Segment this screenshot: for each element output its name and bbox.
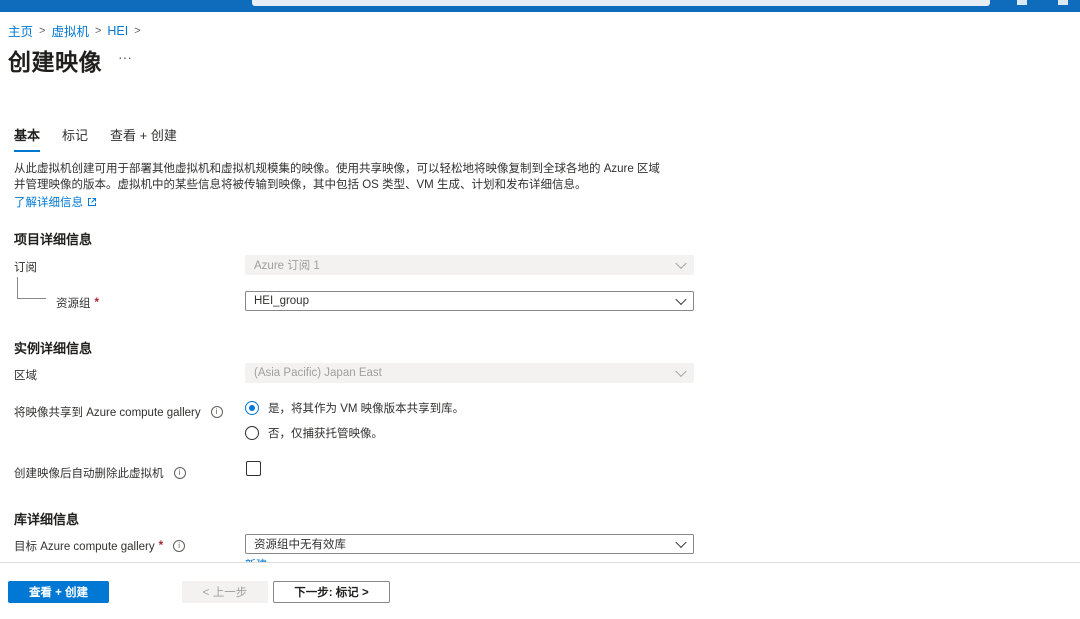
description: 从此虚拟机创建可用于部署其他虚拟机和虚拟机规模集的映像。使用共享映像，可以轻松地… [14, 162, 704, 193]
previous-button[interactable]: < 上一步 [182, 581, 268, 603]
radio-button[interactable] [245, 426, 259, 440]
breadcrumb-virtual-machines[interactable]: 虚拟机 [51, 21, 89, 40]
global-search-input[interactable] [252, 0, 990, 6]
region-label-text: 区域 [14, 370, 37, 382]
notifications-icon[interactable] [1017, 0, 1027, 5]
tab-bar: 基本 标记 查看 + 创建 [14, 125, 177, 152]
region-label: 区域 [14, 367, 37, 383]
external-link-icon [88, 198, 96, 206]
target-gallery-value: 资源组中无有效库 [254, 539, 346, 551]
tree-connector [17, 277, 18, 298]
share-gallery-label-text: 将映像共享到 Azure compute gallery [14, 407, 201, 419]
required-asterisk: * [158, 540, 164, 552]
region-select[interactable]: (Asia Pacific) Japan East [245, 363, 694, 383]
page-title: 创建映像 [8, 49, 102, 75]
tab-basics[interactable]: 基本 [14, 125, 41, 152]
learn-more-link[interactable]: 了解详细信息 [14, 194, 97, 210]
description-line: 并管理映像的版本。虚拟机中的某些信息将被传输到映像，其中包括 OS 类型、VM … [14, 178, 587, 191]
tab-tags[interactable]: 标记 [62, 125, 88, 152]
next-tags-button[interactable]: 下一步: 标记 > [273, 581, 390, 603]
target-gallery-select[interactable]: 资源组中无有效库 [245, 534, 694, 554]
share-option-no[interactable]: 否，仅捕获托管映像。 [245, 425, 383, 441]
breadcrumb-separator: > [134, 24, 141, 37]
breadcrumb: 主页 > 虚拟机 > HEI > [8, 21, 141, 40]
subscription-value: Azure 订阅 1 [254, 260, 320, 272]
info-icon[interactable]: i [173, 467, 186, 479]
subscription-label-text: 订阅 [14, 262, 37, 274]
instance-details-heading: 实例详细信息 [14, 341, 93, 356]
breadcrumb-separator: > [39, 24, 46, 37]
share-option-yes[interactable]: 是，将其作为 VM 映像版本共享到库。 [245, 400, 464, 416]
breadcrumb-vm-hei[interactable]: HEI [107, 24, 128, 38]
resource-group-value: HEI_group [254, 295, 309, 307]
tab-review-create[interactable]: 查看 + 创建 [110, 125, 177, 152]
subscription-label: 订阅 [14, 259, 37, 275]
auto-delete-label: 创建映像后自动删除此虚拟机 i [14, 465, 186, 481]
resource-group-label: 资源组 * [56, 295, 99, 311]
chevron-down-icon [675, 536, 687, 549]
description-line: 从此虚拟机创建可用于部署其他虚拟机和虚拟机规模集的映像。使用共享映像，可以轻松地… [14, 163, 660, 175]
auto-delete-checkbox[interactable] [246, 461, 261, 476]
radio-button-checked[interactable] [245, 401, 259, 415]
share-gallery-label: 将映像共享到 Azure compute gallery i [14, 404, 223, 420]
tree-connector [17, 298, 46, 299]
subscription-select[interactable]: Azure 订阅 1 [245, 255, 694, 275]
share-option-no-label: 否，仅捕获托管映像。 [268, 428, 383, 440]
project-details-heading: 项目详细信息 [14, 232, 93, 247]
learn-more-label: 了解详细信息 [14, 197, 83, 209]
share-option-yes-label: 是，将其作为 VM 映像版本共享到库。 [268, 403, 465, 415]
review-create-button[interactable]: 查看 + 创建 [8, 581, 109, 603]
footer-bar [0, 562, 1080, 619]
more-options-button[interactable]: ··· [118, 49, 132, 65]
resource-group-select[interactable]: HEI_group [245, 291, 694, 311]
gallery-details-heading: 库详细信息 [14, 512, 80, 527]
chevron-down-icon [675, 365, 687, 378]
resource-group-label-text: 资源组 [56, 298, 91, 310]
chevron-down-icon [675, 293, 687, 306]
region-value: (Asia Pacific) Japan East [254, 367, 382, 379]
breadcrumb-home[interactable]: 主页 [8, 21, 33, 40]
info-icon[interactable]: i [210, 406, 223, 418]
chevron-down-icon [675, 257, 687, 270]
auto-delete-label-text: 创建映像后自动删除此虚拟机 [14, 468, 164, 480]
required-asterisk: * [94, 297, 99, 309]
settings-icon[interactable] [1058, 0, 1068, 5]
target-gallery-label-text: 目标 Azure compute gallery [14, 541, 155, 553]
breadcrumb-separator: > [94, 24, 102, 37]
target-gallery-label: 目标 Azure compute gallery * i [14, 538, 186, 554]
info-icon[interactable]: i [173, 540, 186, 552]
